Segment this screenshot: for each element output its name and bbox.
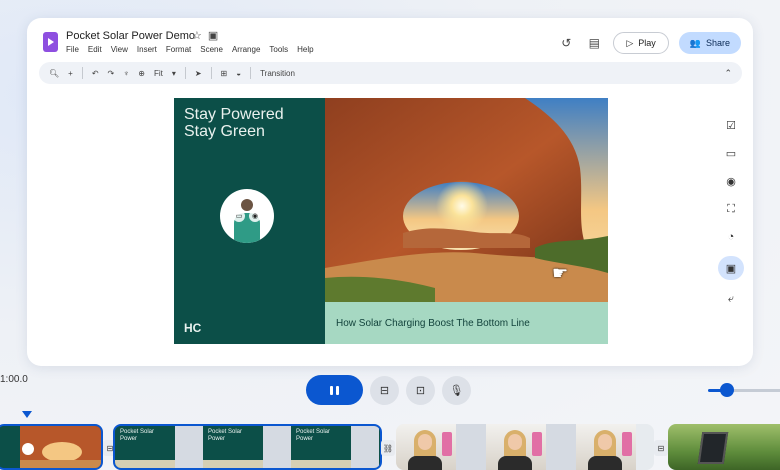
menu-file[interactable]: File: [66, 45, 79, 54]
camera-icon[interactable]: ▭: [233, 210, 245, 222]
divider: [81, 67, 83, 79]
zoom-select[interactable]: Fit: [154, 69, 163, 78]
clip-frame-title: Pocket Solar Power: [120, 429, 155, 442]
clip-link-icon[interactable]: ⛓: [381, 440, 395, 456]
undo-icon[interactable]: ↶: [92, 69, 99, 78]
record-button-icon[interactable]: ◉: [718, 172, 744, 190]
pause-icon-bar: [336, 385, 339, 395]
slide-caption[interactable]: How Solar Charging Boost The Bottom Line: [325, 302, 608, 344]
share-people-icon: 👥: [689, 37, 701, 48]
add-icon[interactable]: +: [68, 69, 73, 78]
clip-thumbnail: [0, 426, 101, 468]
timecode: 1:00.0: [0, 374, 28, 385]
zoom-slider-track[interactable]: [727, 389, 780, 392]
resize-icon[interactable]: ⊡: [406, 376, 435, 405]
zoom-icon[interactable]: ⊕: [138, 69, 145, 78]
clip-frame: Pocket Solar Power: [291, 426, 351, 468]
right-tool-rail: ☑ ▭ ◉ ⛶ ◔ ▣ ⤶: [718, 116, 744, 308]
menu-help[interactable]: Help: [297, 45, 313, 54]
app-logo-icon[interactable]: [43, 32, 58, 52]
play-button[interactable]: ▷ Play: [613, 32, 669, 54]
zoom-dropdown-icon[interactable]: ▾: [172, 69, 176, 78]
slide-left-panel: Stay Powered Stay Green ▭ ◉ HC: [174, 98, 325, 344]
search-icon[interactable]: 🔍︎: [49, 69, 59, 78]
play-label: Play: [638, 38, 656, 48]
play-icon: ▷: [626, 37, 634, 48]
slide-canvas[interactable]: Stay Powered Stay Green ▭ ◉ HC How Solar…: [174, 98, 608, 344]
menu-scene[interactable]: Scene: [200, 45, 223, 54]
menu-edit[interactable]: Edit: [88, 45, 102, 54]
presenter-frame: [396, 424, 456, 470]
transition-panel-icon[interactable]: ⤶: [718, 290, 744, 308]
collapse-toolbar-icon[interactable]: ⌃: [724, 68, 732, 79]
star-icon[interactable]: ☆: [192, 29, 202, 42]
folder-icon[interactable]: ▭: [718, 144, 744, 162]
move-folder-icon[interactable]: ▣: [208, 29, 218, 42]
record-icon[interactable]: ◉: [249, 210, 261, 222]
menu-arrange[interactable]: Arrange: [232, 45, 260, 54]
presenter-frame: [576, 424, 636, 470]
select-cursor-icon[interactable]: ➤: [195, 69, 202, 78]
pause-icon-bar: [330, 385, 333, 395]
transition-button[interactable]: Transition: [260, 69, 295, 78]
share-label: Share: [705, 38, 730, 48]
solar-panel-image: [697, 432, 729, 464]
zoom-slider-knob[interactable]: [720, 383, 734, 397]
menu-format[interactable]: Format: [166, 45, 191, 54]
clip-gap: [546, 424, 576, 470]
hand-cursor-icon: ☛: [552, 263, 569, 283]
clip-frame-title: Pocket Solar Power: [296, 429, 331, 442]
shapes-icon[interactable]: ◔: [718, 228, 744, 246]
insert-text-icon[interactable]: ⊞: [221, 69, 228, 78]
menu-tools[interactable]: Tools: [269, 45, 288, 54]
clip-divider-layout-icon[interactable]: ⊟: [654, 440, 668, 456]
image-library-icon[interactable]: ▣: [718, 256, 744, 280]
comment-icon[interactable]: ▤: [585, 34, 603, 52]
crop-frame-icon[interactable]: ⛶: [718, 200, 744, 218]
menu-bar: File Edit View Insert Format Scene Arran…: [66, 45, 314, 54]
clip-frame: Pocket Solar Power: [203, 426, 263, 468]
clip-gap: [351, 426, 379, 468]
brand-logo: HC: [184, 321, 202, 335]
scene-layout-icon[interactable]: ⊟: [370, 376, 399, 405]
clip-frame: Pocket Solar Power: [115, 426, 175, 468]
divider: [184, 67, 186, 79]
menu-view[interactable]: View: [111, 45, 128, 54]
document-title[interactable]: Pocket Solar Power Demo: [66, 30, 195, 42]
clip-gap: [456, 424, 486, 470]
paint-format-icon[interactable]: ♆: [123, 69, 129, 78]
clip-gap: [175, 426, 203, 468]
editor-window: Pocket Solar Power Demo ☆ ▣ File Edit Vi…: [27, 18, 753, 366]
menu-insert[interactable]: Insert: [137, 45, 157, 54]
divider: [210, 67, 212, 79]
toolbar: 🔍︎ + ↶ ↷ ♆ ⊕ Fit ▾ ➤ ⊞ ◒ Transition ⌃: [39, 62, 742, 84]
timeline-clip-1[interactable]: [0, 424, 103, 470]
playhead[interactable]: [22, 411, 32, 418]
presenter-avatar[interactable]: ▭ ◉: [220, 189, 274, 243]
share-button[interactable]: 👥 Share: [678, 32, 741, 54]
slide-title[interactable]: Stay Powered Stay Green: [184, 106, 324, 140]
fill-color-icon[interactable]: ◒: [236, 69, 241, 78]
pause-button[interactable]: [306, 375, 363, 405]
timeline-clip-3[interactable]: [396, 424, 654, 470]
voiceover-mic-icon[interactable]: 🎙︎: [442, 376, 471, 405]
clip-gap: [263, 426, 291, 468]
divider: [250, 67, 252, 79]
redo-icon[interactable]: ↷: [108, 69, 115, 78]
history-icon[interactable]: ↺: [557, 34, 575, 52]
timeline-clip-2[interactable]: Pocket Solar Power Pocket Solar Power Po…: [113, 424, 382, 470]
clip-frame-title: Pocket Solar Power: [208, 429, 243, 442]
presenter-frame: [486, 424, 546, 470]
timeline-clip-4[interactable]: [668, 424, 780, 470]
media-check-icon[interactable]: ☑: [718, 116, 744, 134]
